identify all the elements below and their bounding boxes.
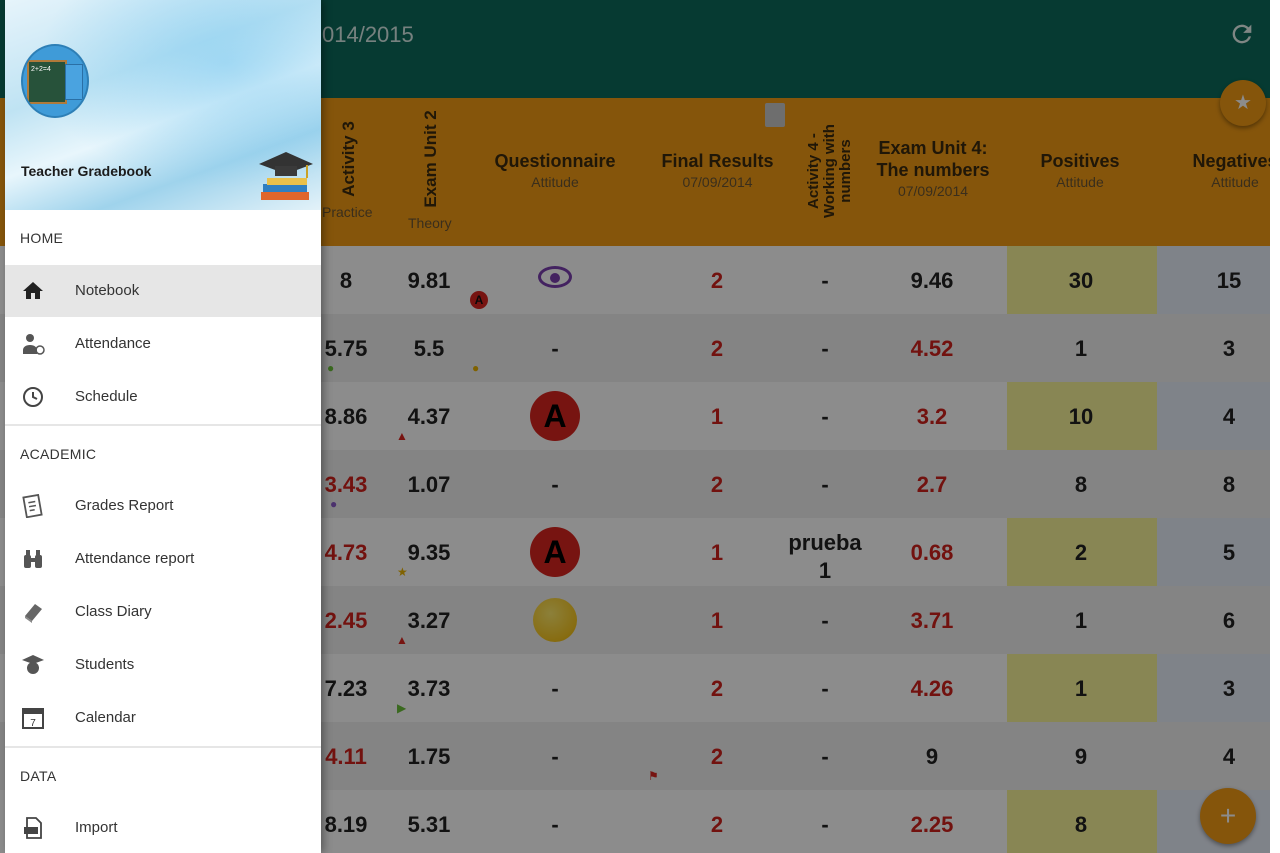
person-clock-icon	[23, 334, 45, 355]
section-academic: ACADEMIC	[20, 446, 97, 462]
svg-text:7: 7	[30, 718, 36, 729]
navigation-drawer: 2+2=4 Teacher Gradebook HOME Notebook At…	[5, 0, 321, 853]
nav-item-label: Grades Report	[75, 497, 174, 514]
nav-item-class-diary[interactable]: Class Diary	[5, 586, 321, 638]
nav-item-label: Import	[75, 819, 118, 836]
app-avatar-icon: 2+2=4	[21, 44, 89, 118]
nav-item-label: Notebook	[75, 282, 140, 299]
nav-item-schedule[interactable]: Schedule	[5, 371, 321, 423]
app-name: Teacher Gradebook	[21, 163, 152, 179]
book-icon	[25, 604, 42, 623]
divider	[5, 746, 321, 748]
nav-item-label: Attendance	[75, 335, 151, 352]
nav-item-attendance-report[interactable]: Attendance report	[5, 533, 321, 585]
screen-edge	[1270, 0, 1280, 853]
graduation-cap-icon	[259, 152, 313, 200]
nav-item-attendance[interactable]: Attendance	[5, 318, 321, 370]
nav-item-students[interactable]: Students	[5, 639, 321, 691]
home-icon	[23, 282, 43, 299]
nav-item-label: Calendar	[75, 709, 136, 726]
binoculars-icon	[24, 550, 42, 568]
section-home: HOME	[20, 230, 64, 246]
nav-item-label: Schedule	[75, 388, 138, 405]
section-data: DATA	[20, 768, 57, 784]
divider	[5, 424, 321, 426]
nav-item-label: Students	[75, 656, 135, 673]
nav-item-import[interactable]: Import	[5, 802, 321, 853]
calendar-icon: 7	[22, 708, 44, 729]
report-icon	[22, 494, 43, 518]
nav-item-notebook[interactable]: Notebook	[5, 265, 321, 317]
nav-item-calendar[interactable]: 7 Calendar	[5, 692, 321, 744]
import-file-icon	[24, 817, 42, 839]
student-icon	[22, 655, 44, 674]
clock-icon	[23, 387, 43, 407]
drawer-header: 2+2=4 Teacher Gradebook	[5, 0, 321, 210]
nav-item-label: Class Diary	[75, 603, 152, 620]
nav-item-label: Attendance report	[75, 550, 195, 567]
nav-item-grades-report[interactable]: Grades Report	[5, 480, 321, 532]
